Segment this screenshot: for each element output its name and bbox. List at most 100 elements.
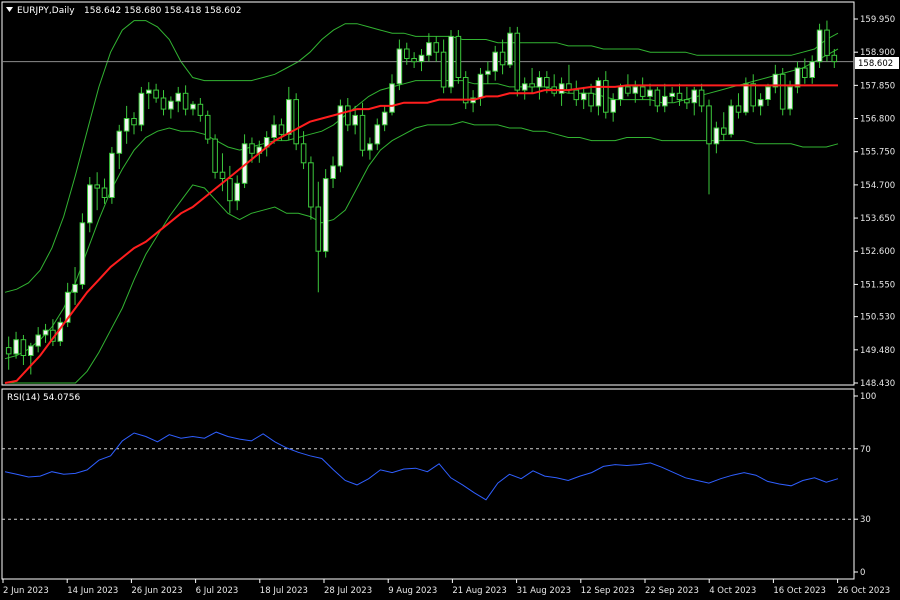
rsi-tick-label: 30 bbox=[860, 515, 871, 525]
price-tick-label: 158.900 bbox=[860, 48, 895, 58]
time-tick-label: 6 Jul 2023 bbox=[196, 586, 239, 596]
candle-bull bbox=[485, 70, 491, 75]
price-tick-label: 157.850 bbox=[860, 81, 895, 91]
candle-bear bbox=[204, 114, 211, 140]
price-tick-label: 156.800 bbox=[860, 115, 895, 125]
price-tick-label: 159.950 bbox=[860, 15, 895, 25]
candle-bull bbox=[809, 61, 816, 79]
candle-bull bbox=[109, 152, 115, 199]
candle-bear bbox=[721, 127, 727, 135]
price-tick-label: 148.430 bbox=[860, 379, 895, 389]
candle-bear bbox=[153, 89, 159, 99]
candle-bull bbox=[374, 124, 381, 145]
candle-bull bbox=[647, 89, 653, 97]
candle-bear bbox=[101, 187, 108, 198]
candle-bear bbox=[345, 105, 351, 126]
candle-bull bbox=[330, 165, 336, 179]
rsi-tick-label: 0 bbox=[860, 568, 865, 578]
candle-bull bbox=[381, 111, 388, 126]
candle-bear bbox=[684, 99, 690, 104]
candle-bull bbox=[595, 80, 602, 107]
trading-chart: 159.950 158.900 157.850 156.800 155.750 154.7… bbox=[0, 0, 900, 600]
candle-bull bbox=[426, 42, 432, 56]
time-tick-label: 12 Sep 2023 bbox=[581, 586, 635, 596]
time-tick-label: 9 Aug 2023 bbox=[388, 586, 437, 596]
time-tick-label: 16 Oct 2023 bbox=[773, 586, 826, 596]
candle-bear bbox=[433, 42, 440, 53]
time-tick-label: 22 Sep 2023 bbox=[645, 586, 699, 596]
time-tick-label: 4 Oct 2023 bbox=[709, 586, 756, 596]
chart-header: EURJPY,Daily 158.642 158.680 158.418 158… bbox=[6, 6, 241, 16]
candle-bear bbox=[588, 92, 594, 107]
candle-bear bbox=[779, 73, 786, 110]
candle-bull bbox=[116, 130, 123, 154]
candle-bear bbox=[197, 103, 204, 116]
candle-bull bbox=[521, 83, 528, 91]
candle-bull bbox=[728, 105, 734, 135]
candle-bull bbox=[42, 329, 49, 336]
candle-bear bbox=[639, 86, 646, 97]
candle-bull bbox=[168, 100, 174, 110]
candle-bear bbox=[706, 105, 712, 145]
candle-bull bbox=[389, 83, 395, 113]
candle-bull bbox=[322, 178, 329, 252]
candle-bull bbox=[816, 29, 823, 63]
time-tick-label: 21 Aug 2023 bbox=[452, 586, 506, 596]
candle-bull bbox=[234, 182, 240, 202]
time-tick-label: 26 Oct 2023 bbox=[838, 586, 891, 596]
candle-bear bbox=[359, 114, 366, 151]
candle-bear bbox=[603, 80, 609, 113]
ohlc-label: 158.642 158.680 158.418 158.602 bbox=[84, 6, 241, 16]
time-tick-label: 31 Aug 2023 bbox=[517, 586, 571, 596]
candle-bull bbox=[507, 32, 513, 66]
candle-bull bbox=[765, 86, 771, 101]
candle-bear bbox=[131, 118, 137, 126]
candle-bear bbox=[219, 171, 226, 179]
candle-bull bbox=[691, 89, 698, 104]
candle-bear bbox=[676, 92, 683, 101]
candle-bear bbox=[315, 206, 322, 252]
candle-bear bbox=[94, 184, 101, 189]
candle-bear bbox=[293, 99, 299, 145]
last-price-value: 158.602 bbox=[858, 59, 893, 69]
candle-bull bbox=[79, 222, 86, 285]
candle-bear bbox=[499, 51, 506, 66]
candle-bear bbox=[308, 162, 314, 208]
last-price-tag: 158.602 bbox=[855, 57, 899, 69]
candle-bear bbox=[212, 138, 218, 173]
candle-bear bbox=[529, 83, 535, 88]
candle-bull bbox=[536, 77, 543, 88]
candle-bear bbox=[182, 92, 189, 110]
price-tick-label: 149.480 bbox=[860, 346, 895, 356]
candle-bull bbox=[617, 86, 624, 101]
candle-bear bbox=[20, 339, 27, 357]
candle-bull bbox=[35, 334, 42, 347]
price-tick-label: 152.600 bbox=[860, 247, 895, 257]
candle-bull bbox=[713, 127, 720, 145]
candle-bull bbox=[396, 48, 403, 85]
candle-bear bbox=[411, 58, 417, 63]
candle-bull bbox=[580, 92, 587, 101]
candle-bull bbox=[286, 99, 292, 135]
candle-bull bbox=[662, 95, 668, 107]
rsi-tick-label: 70 bbox=[860, 445, 871, 455]
chart-background bbox=[0, 0, 900, 600]
candle-bull bbox=[138, 92, 145, 126]
candle-bull bbox=[175, 92, 181, 102]
time-tick-label: 14 Jun 2023 bbox=[67, 586, 118, 596]
candle-bull bbox=[632, 86, 639, 94]
candle-bull bbox=[190, 103, 196, 110]
time-tick-label: 28 Jul 2023 bbox=[324, 586, 372, 596]
candle-bull bbox=[146, 89, 152, 94]
candle-bear bbox=[514, 32, 521, 91]
time-tick-label: 26 Jun 2023 bbox=[131, 586, 182, 596]
price-tick-label: 151.550 bbox=[860, 280, 895, 290]
rsi-label: RSI(14) 54.0756 bbox=[7, 393, 80, 403]
candle-bear bbox=[5, 347, 12, 355]
candle-bear bbox=[802, 67, 808, 78]
candle-bull bbox=[352, 114, 358, 126]
candle-bull bbox=[558, 83, 565, 94]
price-tick-label: 153.650 bbox=[860, 214, 895, 224]
candle-bull bbox=[743, 83, 749, 113]
rsi-tick-label: 100 bbox=[860, 392, 876, 402]
